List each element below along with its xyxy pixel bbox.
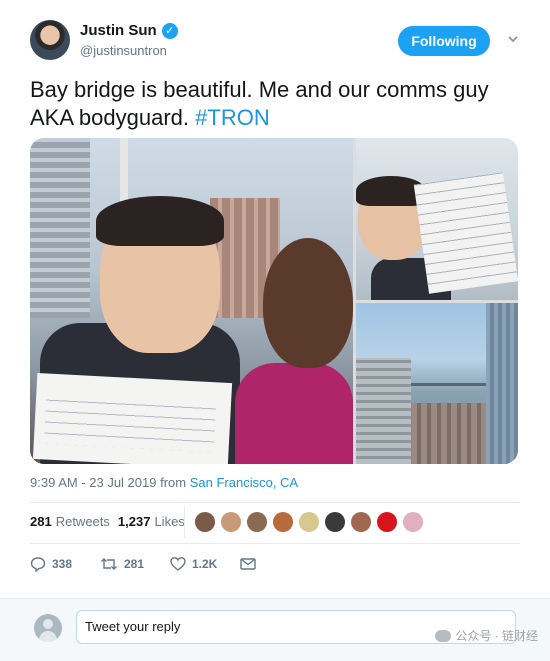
photo-building — [486, 303, 518, 464]
photo-main[interactable] — [30, 138, 353, 464]
liker-avatar[interactable] — [351, 512, 371, 532]
likers-avatars — [195, 512, 423, 532]
likes-count: 1,237 — [117, 514, 151, 529]
liker-avatar[interactable] — [377, 512, 397, 532]
liker-avatar[interactable] — [299, 512, 319, 532]
location-link[interactable]: San Francisco, CA — [190, 475, 298, 490]
photo-person-hair — [96, 196, 224, 246]
tweet-timestamp[interactable]: 9:39 AM - 23 Jul 2019 — [30, 475, 156, 490]
reply-icon — [30, 556, 46, 572]
heart-icon — [170, 556, 186, 572]
liker-avatar[interactable] — [273, 512, 293, 532]
author-handle[interactable]: @justinsuntron — [80, 43, 167, 58]
retweet-action[interactable]: 281 — [100, 556, 170, 572]
likes-stat[interactable]: 1,237 Likes — [118, 514, 185, 529]
tweet-text: Bay bridge is beautiful. Me and our comm… — [30, 76, 530, 132]
photo-top-right[interactable] — [356, 138, 518, 300]
author-name-row: Justin Sun ✓ — [80, 22, 178, 39]
photo-person-face — [263, 238, 353, 368]
retweet-icon — [100, 556, 118, 572]
retweets-stat[interactable]: 281 Retweets — [30, 514, 110, 529]
following-button[interactable]: Following — [398, 26, 490, 56]
envelope-icon — [240, 557, 256, 571]
liker-avatar[interactable] — [195, 512, 215, 532]
like-action[interactable]: 1.2K — [170, 556, 240, 572]
liker-avatar[interactable] — [325, 512, 345, 532]
author-avatar[interactable] — [30, 20, 70, 60]
chevron-down-icon[interactable] — [506, 32, 520, 46]
stats-divider — [184, 506, 185, 538]
tweet-actions: 338 281 1.2K — [30, 556, 256, 572]
photo-building — [356, 358, 411, 464]
hashtag-link[interactable]: #TRON — [195, 105, 270, 130]
watermark: 公众号 · 链财经 — [435, 627, 538, 644]
reply-count: 338 — [52, 557, 73, 571]
reply-bar: Tweet your reply 公众号 · 链财经 — [0, 598, 550, 661]
liker-avatar[interactable] — [247, 512, 267, 532]
retweets-label: Retweets — [55, 514, 110, 529]
divider — [30, 543, 520, 544]
wechat-icon — [435, 629, 452, 642]
watermark-text: 公众号 · 链财经 — [455, 629, 538, 643]
liker-avatar[interactable] — [403, 512, 423, 532]
media-grid — [30, 138, 518, 464]
user-avatar — [34, 614, 62, 642]
verified-badge-icon: ✓ — [161, 22, 178, 39]
tweet-meta: 9:39 AM - 23 Jul 2019 from San Francisco… — [30, 475, 298, 490]
likes-label: Likes — [154, 514, 185, 529]
divider — [30, 502, 520, 503]
photo-bottom-right[interactable] — [356, 303, 518, 464]
reply-action[interactable]: 338 — [30, 556, 100, 572]
photo-bay-bridge — [411, 383, 491, 386]
like-count: 1.2K — [192, 557, 218, 571]
photo-handwritten-sign — [413, 172, 518, 294]
photo-building — [30, 138, 90, 318]
tweet-header: Justin Sun ✓ @justinsuntron Following — [30, 20, 520, 64]
retweets-count: 281 — [30, 514, 52, 529]
author-name[interactable]: Justin Sun — [80, 22, 157, 39]
retweet-count: 281 — [124, 557, 145, 571]
direct-message-action[interactable] — [240, 557, 256, 571]
photo-person-shirt — [235, 363, 353, 464]
from-label: from — [160, 475, 187, 490]
engagement-stats: 281 Retweets 1,237 Likes — [30, 514, 193, 529]
photo-cityscape — [411, 403, 486, 464]
photo-handwriting — [43, 393, 217, 453]
liker-avatar[interactable] — [221, 512, 241, 532]
